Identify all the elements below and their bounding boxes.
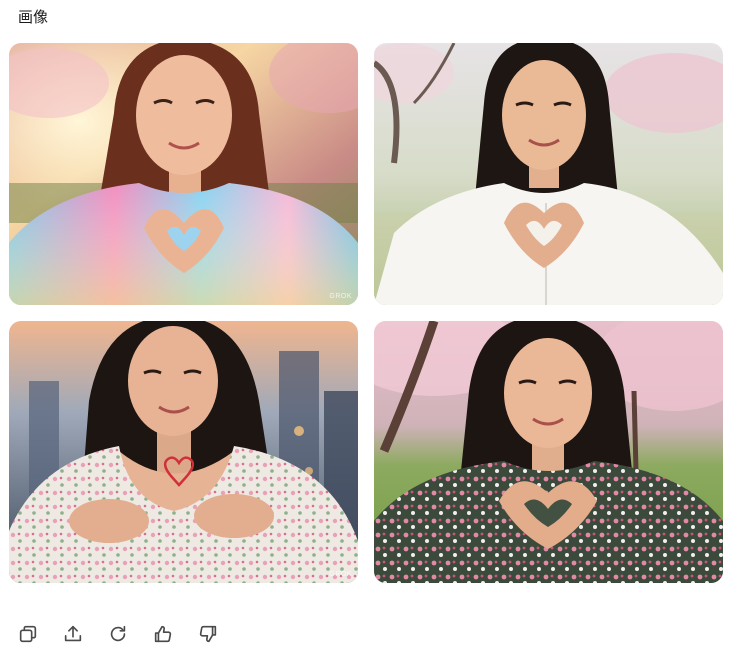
thumbs-up-button[interactable]	[149, 620, 177, 648]
share-icon	[64, 625, 82, 642]
section-title: 画像	[18, 9, 49, 26]
copy-button[interactable]	[14, 620, 42, 648]
image-3-illustration	[9, 321, 358, 583]
thumbs-down-icon	[199, 625, 217, 643]
generated-image-1[interactable]: GROK	[9, 43, 358, 305]
thumbs-down-button[interactable]	[194, 620, 222, 648]
generated-image-3[interactable]: GROK	[9, 321, 358, 583]
generated-image-4[interactable]	[374, 321, 723, 583]
copy-icon	[19, 625, 37, 643]
image-4-illustration	[374, 321, 723, 583]
share-button[interactable]	[59, 620, 87, 648]
thumbs-up-icon	[154, 625, 172, 643]
response-actions	[14, 620, 239, 648]
image-3-watermark: GROK	[329, 571, 352, 578]
regenerate-button[interactable]	[104, 620, 132, 648]
regenerate-icon	[110, 625, 126, 642]
generated-image-2[interactable]	[374, 43, 723, 305]
image-1-illustration	[9, 43, 358, 305]
image-2-illustration	[374, 43, 723, 305]
image-1-watermark: GROK	[329, 293, 352, 300]
